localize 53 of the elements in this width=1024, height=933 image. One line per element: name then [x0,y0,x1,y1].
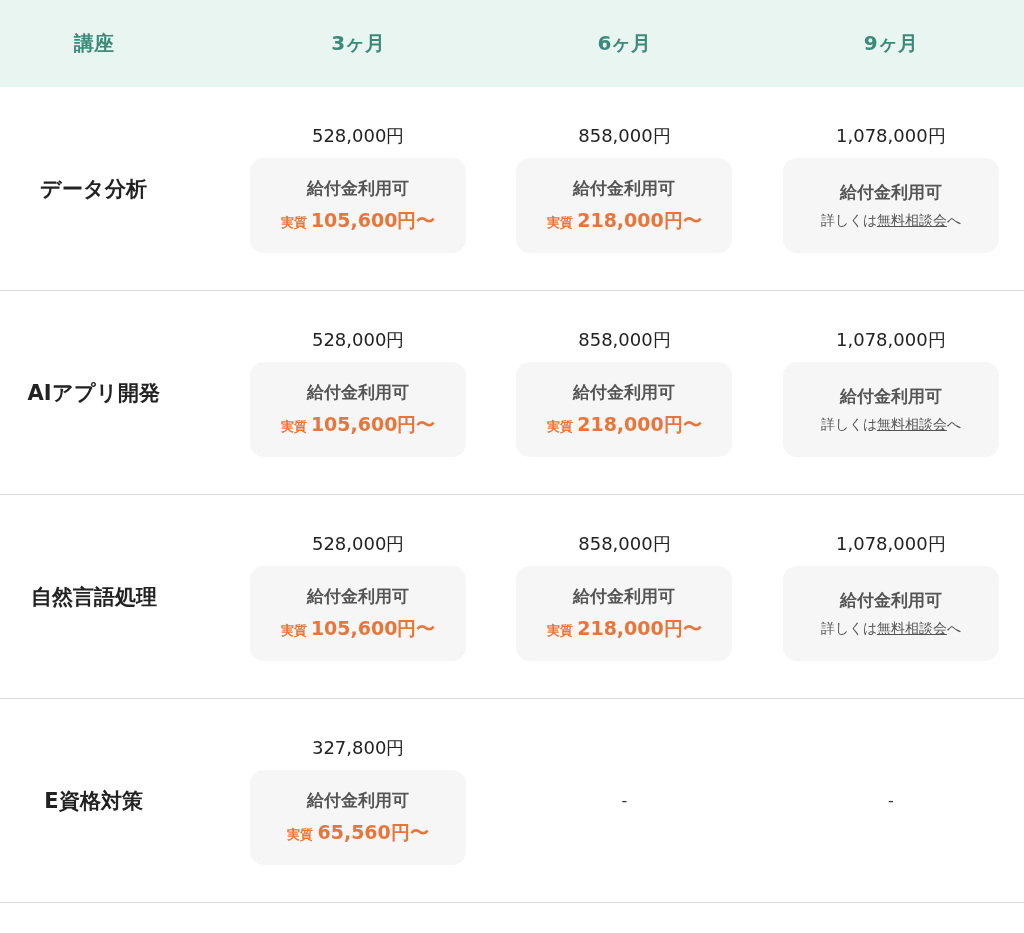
price-text: 858,000円 [578,328,671,352]
consult-text: へ [946,416,961,432]
subsidy-label: 給付金利用可 [307,381,410,404]
price-text: 1,078,000円 [836,124,946,148]
price-text: 528,000円 [311,532,405,556]
subsidy-label: 給付金利用可 [573,585,676,608]
effective-price: 105,600円〜 [310,616,436,641]
subsidy-label: 給付金利用可 [839,385,942,408]
effective-price: 218,000円〜 [577,412,702,437]
course-name: 自然言語処理 [30,583,157,611]
price-text: 858,000円 [578,532,671,556]
consultation-link[interactable]: 無料相談会 [876,416,947,432]
subsidy-label: 給付金利用可 [573,177,676,200]
effective-price: 105,600円〜 [310,208,436,233]
price-text: 528,000円 [311,328,405,352]
effective-price: 65,560円〜 [317,820,429,845]
consult-text: へ [946,620,961,636]
column-header: 3ヶ月 [331,30,386,57]
price-text: 1,078,000円 [836,328,946,352]
empty-cell: - [887,791,894,810]
column-header: 9ヶ月 [863,30,918,57]
price-text: 1,078,000円 [836,532,946,556]
column-header: 6ヶ月 [597,30,652,57]
consultation-link[interactable]: 無料相談会 [876,620,947,636]
effective-label: 実質 [280,418,307,436]
price-text: 858,000円 [578,124,671,148]
subsidy-label: 給付金利用可 [839,589,942,612]
price-text: 327,800円 [311,736,405,760]
subsidy-label: 給付金利用可 [307,585,410,608]
empty-cell: - [621,791,628,810]
course-name: E資格対策 [44,787,143,815]
consult-text: 詳しくは [820,212,877,228]
price-text: 528,000円 [311,124,405,148]
consult-text: 詳しくは [820,416,877,432]
consultation-link[interactable]: 無料相談会 [876,212,947,228]
subsidy-label: 給付金利用可 [307,177,410,200]
effective-price: 218,000円〜 [577,616,702,641]
subsidy-label: 給付金利用可 [839,181,942,204]
subsidy-label: 給付金利用可 [307,789,410,812]
consult-text: 詳しくは [820,620,877,636]
effective-label: 実質 [287,826,314,844]
course-name: AIアプリ開発 [27,379,160,407]
effective-label: 実質 [280,214,307,232]
effective-label: 実質 [547,418,574,436]
subsidy-label: 給付金利用可 [573,381,676,404]
effective-label: 実質 [547,214,574,232]
effective-price: 105,600円〜 [310,412,436,437]
effective-label: 実質 [280,622,307,640]
consult-text: へ [946,212,961,228]
column-header: 講座 [73,30,114,57]
effective-price: 218,000円〜 [577,208,702,233]
effective-label: 実質 [547,622,574,640]
course-name: データ分析 [40,175,147,203]
